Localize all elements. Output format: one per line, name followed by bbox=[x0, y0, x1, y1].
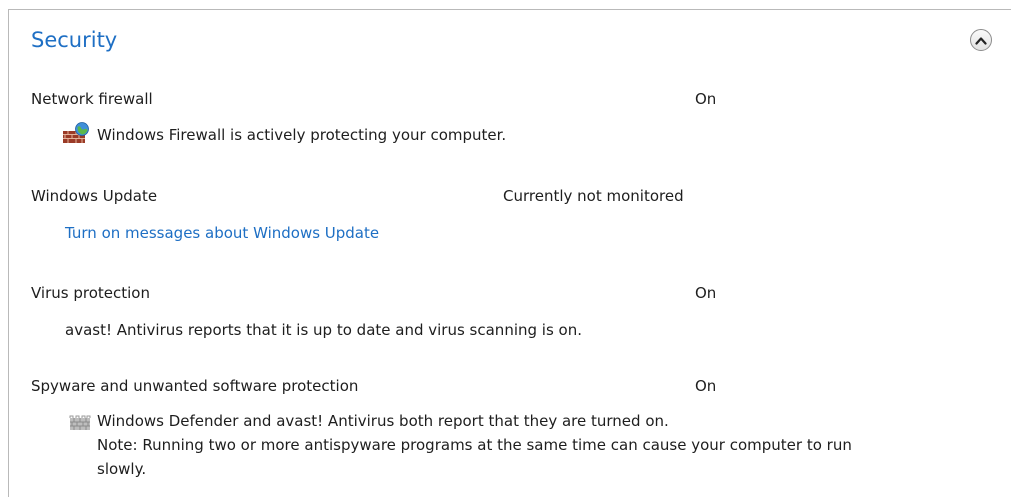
network-firewall-detail: Windows Firewall is actively protecting … bbox=[97, 126, 507, 144]
network-firewall-status: On bbox=[695, 90, 717, 108]
firewall-globe-icon bbox=[63, 122, 89, 143]
spyware-protection-label: Spyware and unwanted software protection bbox=[31, 377, 359, 395]
virus-protection-status: On bbox=[695, 284, 717, 302]
windows-update-status: Currently not monitored bbox=[503, 187, 684, 205]
network-firewall-label: Network firewall bbox=[31, 90, 153, 108]
security-panel: Security Network firewall On Windows Fir… bbox=[8, 9, 1011, 497]
virus-protection-label: Virus protection bbox=[31, 284, 150, 302]
collapse-button[interactable] bbox=[970, 29, 992, 51]
chevron-up-circle-icon bbox=[975, 36, 987, 45]
virus-protection-detail: avast! Antivirus reports that it is up t… bbox=[65, 321, 582, 339]
windows-update-label: Windows Update bbox=[31, 187, 158, 205]
spyware-protection-detail-line-2: Note: Running two or more antispyware pr… bbox=[97, 436, 852, 454]
spyware-protection-detail-line-3: slowly. bbox=[97, 460, 147, 478]
spyware-protection-detail-line-1: Windows Defender and avast! Antivirus bo… bbox=[97, 412, 669, 430]
defender-wall-icon bbox=[69, 415, 91, 430]
turn-on-windows-update-messages-link[interactable]: Turn on messages about Windows Update bbox=[65, 224, 379, 242]
spyware-protection-status: On bbox=[695, 377, 717, 395]
section-title[interactable]: Security bbox=[31, 28, 117, 52]
